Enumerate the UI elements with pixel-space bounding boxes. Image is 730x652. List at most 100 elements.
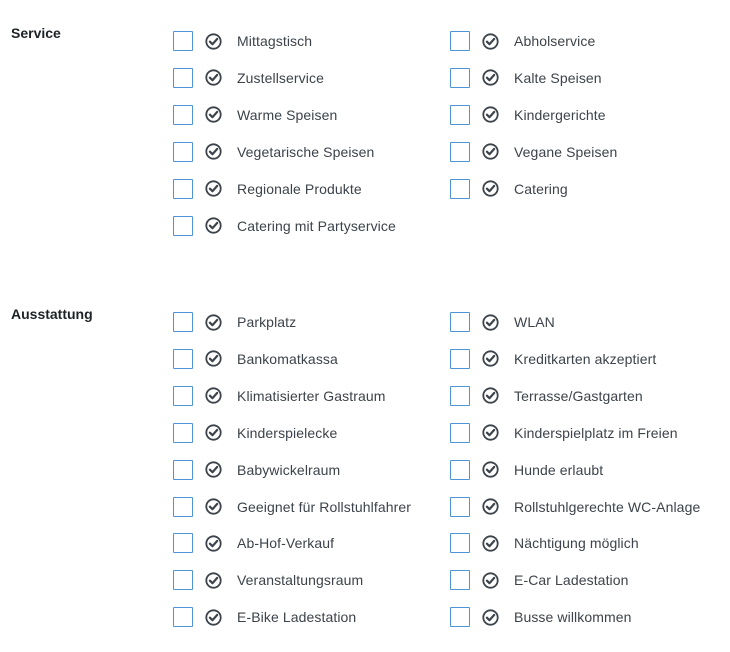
option-label: Abholservice [514, 33, 596, 49]
option-geeignet-für-rollstuhlfahrer[interactable]: Geeignet für Rollstuhlfahrer [173, 495, 411, 519]
check-circle-icon [205, 313, 222, 331]
option-kindergerichte[interactable]: Kindergerichte [450, 103, 606, 127]
option-babywickelraum[interactable]: Babywickelraum [173, 458, 340, 482]
option-label: Geeignet für Rollstuhlfahrer [237, 498, 411, 515]
option-label: Parkplatz [237, 314, 297, 330]
option-e-bike-ladestation[interactable]: E-Bike Ladestation [173, 605, 356, 629]
option-label: Vegane Speisen [514, 143, 618, 160]
option-label: Kindergerichte [514, 106, 606, 123]
checkbox[interactable] [450, 533, 470, 554]
option-abholservice[interactable]: Abholservice [450, 29, 595, 53]
option-vegane-speisen[interactable]: Vegane Speisen [450, 140, 617, 164]
option-label: Terrasse/Gastgarten [514, 387, 643, 404]
option-kreditkarten-akzeptiert[interactable]: Kreditkarten akzeptiert [450, 347, 656, 371]
option-wlan[interactable]: WLAN [450, 310, 555, 334]
option-label: Bankomatkassa [237, 350, 338, 367]
section-title: Service [11, 25, 61, 41]
option-warme-speisen[interactable]: Warme Speisen [173, 103, 337, 127]
check-circle-icon [482, 498, 499, 515]
checkbox[interactable] [450, 570, 470, 591]
checkbox[interactable] [173, 607, 193, 628]
check-circle-icon [482, 69, 499, 86]
checkbox[interactable] [450, 459, 470, 480]
option-kalte-speisen[interactable]: Kalte Speisen [450, 66, 602, 90]
check-circle-icon [205, 217, 222, 234]
option-label: Kinderspielplatz im Freien [514, 424, 678, 441]
check-circle-icon [205, 350, 222, 367]
check-circle-icon [482, 572, 499, 589]
checkbox[interactable] [450, 31, 470, 51]
checkbox[interactable] [173, 348, 193, 369]
checkbox[interactable] [173, 422, 193, 443]
check-circle-icon [205, 609, 222, 626]
option-label: Nächtigung möglich [514, 535, 639, 552]
option-vegetarische-speisen[interactable]: Vegetarische Speisen [173, 140, 374, 164]
option-busse-willkommen[interactable]: Busse willkommen [450, 605, 632, 629]
check-circle-icon [205, 106, 222, 123]
option-bankomatkassa[interactable]: Bankomatkassa [173, 347, 338, 371]
checkbox[interactable] [173, 570, 193, 591]
option-label: Kreditkarten akzeptiert [514, 350, 657, 367]
checkbox[interactable] [450, 348, 470, 369]
checkbox[interactable] [450, 385, 470, 406]
checkbox[interactable] [450, 141, 470, 162]
option-label: Klimatisierter Gastraum [237, 387, 386, 404]
option-ab-hof-verkauf[interactable]: Ab-Hof-Verkauf [173, 531, 334, 555]
option-label: Zustellservice [237, 69, 324, 86]
checkbox[interactable] [173, 215, 193, 236]
check-circle-icon [482, 535, 499, 552]
option-regionale-produkte[interactable]: Regionale Produkte [173, 177, 362, 201]
checkbox[interactable] [173, 31, 193, 51]
option-label: Vegetarische Speisen [237, 143, 375, 160]
checkbox[interactable] [450, 104, 470, 125]
option-parkplatz[interactable]: Parkplatz [173, 310, 296, 334]
option-veranstaltungsraum[interactable]: Veranstaltungsraum [173, 568, 363, 592]
checkbox[interactable] [173, 104, 193, 125]
checkbox[interactable] [450, 422, 470, 443]
option-label: Mittagstisch [237, 33, 313, 49]
checkbox[interactable] [450, 178, 470, 199]
option-label: WLAN [514, 314, 555, 330]
checkbox[interactable] [450, 496, 470, 517]
checkbox[interactable] [173, 312, 193, 332]
option-kinderspielplatz-im-freien[interactable]: Kinderspielplatz im Freien [450, 421, 678, 445]
checkbox[interactable] [173, 533, 193, 554]
option-label: Warme Speisen [237, 106, 338, 123]
check-circle-icon [482, 313, 499, 331]
option-label: Kalte Speisen [514, 69, 602, 86]
checkbox[interactable] [450, 67, 470, 88]
checkbox[interactable] [173, 496, 193, 517]
checkbox[interactable] [173, 178, 193, 199]
section-ausstattung: Ausstattung Parkplatz WLAN Bankomatkassa Kre… [0, 306, 730, 652]
check-circle-icon [205, 32, 222, 50]
check-circle-icon [205, 180, 222, 197]
checkbox[interactable] [450, 312, 470, 332]
option-terrasse-gastgarten[interactable]: Terrasse/Gastgarten [450, 384, 643, 408]
option-mittagstisch[interactable]: Mittagstisch [173, 29, 312, 53]
option-label: Kinderspielecke [237, 424, 338, 441]
option-label: Catering mit Partyservice [237, 217, 396, 234]
checkbox[interactable] [173, 141, 193, 162]
option-label: Veranstaltungsraum [237, 572, 364, 589]
checkbox[interactable] [450, 607, 470, 628]
option-zustellservice[interactable]: Zustellservice [173, 66, 324, 90]
check-circle-icon [482, 32, 499, 50]
checkbox[interactable] [173, 385, 193, 406]
option-catering-mit-partyservice[interactable]: Catering mit Partyservice [173, 214, 396, 238]
option-label: Regionale Produkte [237, 180, 362, 197]
checkbox[interactable] [173, 67, 193, 88]
check-circle-icon [482, 387, 499, 404]
check-circle-icon [482, 424, 499, 441]
check-circle-icon [205, 535, 222, 552]
option-catering[interactable]: Catering [450, 177, 568, 201]
check-circle-icon [482, 609, 499, 626]
option-hunde-erlaubt[interactable]: Hunde erlaubt [450, 458, 603, 482]
option-klimatisierter-gastraum[interactable]: Klimatisierter Gastraum [173, 384, 386, 408]
checkbox[interactable] [173, 459, 193, 480]
option-nächtigung-möglich[interactable]: Nächtigung möglich [450, 531, 639, 555]
option-kinderspielecke[interactable]: Kinderspielecke [173, 421, 337, 445]
check-circle-icon [205, 69, 222, 86]
option-e-car-ladestation[interactable]: E-Car Ladestation [450, 568, 629, 592]
option-rollstuhlgerechte-wc-anlage[interactable]: Rollstuhlgerechte WC-Anlage [450, 495, 700, 519]
option-label: Hunde erlaubt [514, 461, 604, 478]
